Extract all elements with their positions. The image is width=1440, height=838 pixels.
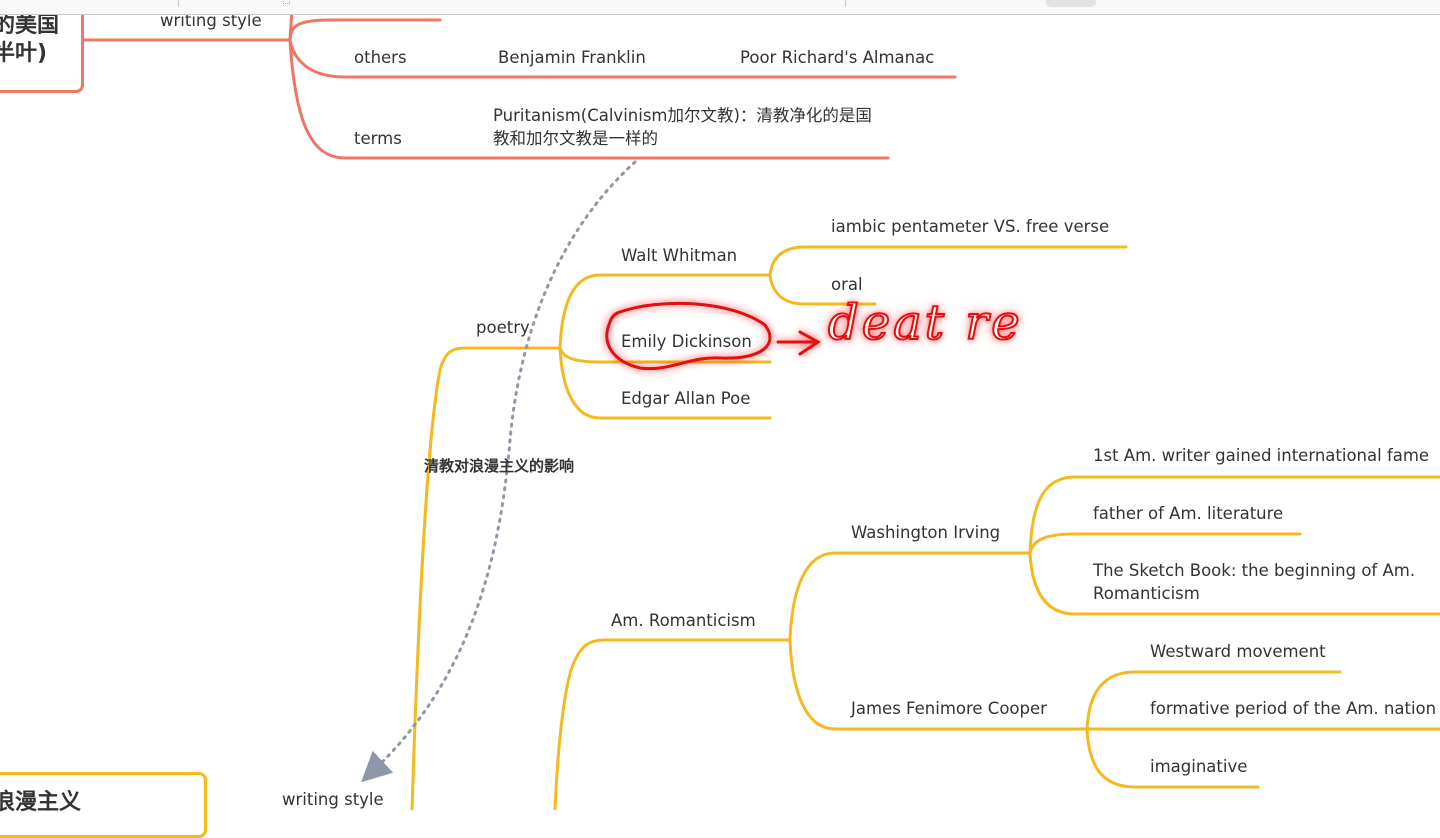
root-node-puritan[interactable]: 的美国 半叶) (0, 5, 84, 93)
node-benjamin-franklin[interactable]: Benjamin Franklin (498, 46, 646, 69)
node-terms[interactable]: terms (354, 127, 402, 150)
branch-writing-style-up (288, 18, 442, 42)
top-toolbar: ⬚ (0, 0, 1440, 15)
node-irving-father-of-literature[interactable]: father of Am. literature (1093, 502, 1283, 525)
node-iambic-vs-free-verse[interactable]: iambic pentameter VS. free verse (831, 215, 1109, 238)
node-walt-whitman[interactable]: Walt Whitman (621, 244, 737, 267)
node-irving-international-fame[interactable]: 1st Am. writer gained international fame (1093, 444, 1429, 467)
annotation-arrow (776, 330, 821, 356)
relation-label[interactable]: 清教对浪漫主义的影响 (424, 455, 574, 478)
branch-irving (788, 551, 1032, 642)
branch-am-romanticism (553, 638, 792, 810)
node-emily-dickinson[interactable]: Emily Dickinson (621, 330, 752, 353)
node-poor-richards-almanac[interactable]: Poor Richard's Almanac (740, 46, 934, 69)
node-others[interactable]: others (354, 46, 407, 69)
node-puritanism-definition[interactable]: Puritanism(Calvinism加尔文教)：清教净化的是国教和加尔文教是… (493, 104, 885, 150)
node-cooper-formative-period[interactable]: formative period of the Am. nation (1150, 697, 1436, 720)
root-node-romantic[interactable]: 浪漫主义 (0, 772, 207, 838)
node-washington-irving[interactable]: Washington Irving (851, 521, 1000, 544)
toolbar-button[interactable] (1046, 0, 1096, 7)
node-cooper-westward-movement[interactable]: Westward movement (1150, 640, 1326, 663)
node-irving-sketch-book[interactable]: The Sketch Book: the beginning of Am. Ro… (1093, 559, 1433, 605)
node-romantic-writing-style[interactable]: writing style (282, 788, 384, 811)
handwritten-annotation: deat re (827, 294, 1023, 352)
branch-main-trunk (410, 346, 562, 810)
node-poetry[interactable]: poetry (476, 316, 530, 339)
node-cooper-imaginative[interactable]: imaginative (1150, 755, 1247, 778)
branch-irving-father (1028, 532, 1302, 555)
toolbar-divider (845, 0, 846, 7)
root-node-romantic-label: 浪漫主义 (0, 790, 82, 815)
node-edgar-allan-poe[interactable]: Edgar Allan Poe (621, 387, 750, 410)
node-am-romanticism[interactable]: Am. Romanticism (611, 609, 756, 632)
node-james-fenimore-cooper[interactable]: James Fenimore Cooper (851, 697, 1047, 720)
toolbar-icon[interactable]: ⬚ (282, 0, 291, 6)
branch-whitman-iambic (768, 245, 1128, 277)
node-oral[interactable]: oral (831, 273, 863, 296)
toolbar-divider (178, 0, 179, 7)
root-node-puritan-label: 的美国 半叶) (0, 13, 60, 66)
